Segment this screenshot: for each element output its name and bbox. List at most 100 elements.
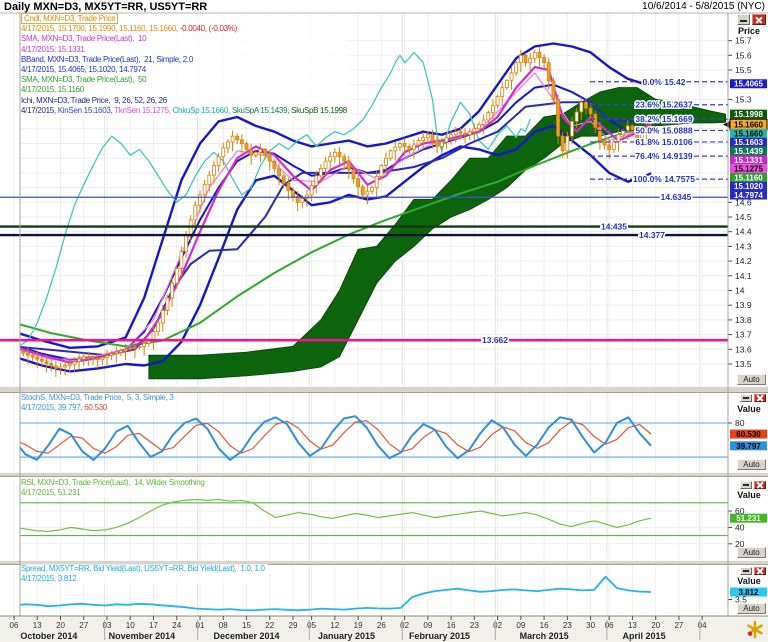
- legend-line: 4/17/2015, 51.231: [21, 488, 205, 498]
- legend-segment: KinSen 15.1603,: [57, 105, 115, 115]
- fib-label: 50.0% 15.0888: [635, 125, 692, 135]
- rsi-panel: [20, 498, 728, 537]
- x-day-label: 03: [103, 621, 112, 630]
- price-badge-text: 15.1603: [734, 138, 763, 147]
- legend-segment: Spread, MX5YT=RR, Bid Yield(Last), US5YT…: [21, 564, 265, 573]
- price-badge-text: 15.1160: [734, 173, 763, 182]
- value-badge-text: 60.530: [736, 430, 761, 439]
- fib-label: 38.2% 15.1669: [635, 114, 692, 124]
- legend-segment: RSI, MXN=D3, Trade Price(Last), 14, Wild…: [21, 478, 205, 487]
- x-day-label: 01: [196, 621, 205, 630]
- y-tick-label: 14.2: [735, 256, 752, 266]
- rsi-value-axis-title: Value: [737, 490, 761, 500]
- hline-label: 13.662: [482, 335, 508, 345]
- app-logo-icon[interactable]: [744, 619, 766, 640]
- minimize-icon[interactable]: [737, 14, 750, 25]
- rsi-axis: 60402051.231: [728, 506, 767, 549]
- y-tick-label: 13.8: [735, 315, 752, 325]
- hline-label: 14.377: [639, 230, 665, 240]
- y-tick-label: 80: [735, 418, 745, 428]
- x-day-label: 02: [400, 621, 409, 630]
- x-day-label: 20: [651, 621, 660, 630]
- price-axis[interactable]: 15.715.615.515.314.614.514.414.314.214.1…: [723, 36, 768, 369]
- x-day-label: 22: [265, 621, 274, 630]
- x-day-label: 23: [470, 621, 479, 630]
- x-day-label: 24: [172, 621, 181, 630]
- rsi-minimize-icon[interactable]: [740, 481, 752, 489]
- fib-label: 23.6% 15.2637: [635, 100, 692, 110]
- legend-line: RSI, MXN=D3, Trade Price(Last), 14, Wild…: [21, 478, 205, 488]
- y-tick-label: 14.3: [735, 241, 752, 251]
- x-day-label: 05: [307, 621, 316, 630]
- y-tick-label: 13.7: [735, 330, 752, 340]
- legend-segment: 4/17/2015, 51.231: [21, 488, 81, 498]
- y-tick-label: 15.7: [735, 36, 752, 46]
- x-day-label: 06: [10, 621, 19, 630]
- legend-segment: SMA, MXN=D3, Trade Price(Last), 50: [21, 75, 147, 85]
- legend-line: 4/17/2015, 15.1160: [21, 85, 347, 95]
- price-badge-text: 15.1331: [734, 156, 763, 165]
- window-title: Daily MXN=D3, MX5YT=RR, US5YT=RR: [4, 1, 208, 13]
- price-badge-text: 14.7974: [734, 191, 763, 200]
- x-month-label: January 2015: [318, 631, 375, 641]
- legend-segment: 4/17/2015,: [21, 105, 58, 115]
- spread-axis: 3.53.812: [728, 587, 767, 605]
- price-badge-text: 15.4065: [734, 80, 763, 89]
- price-badge-text: 15.1998: [734, 110, 763, 119]
- y-tick-label: 13.5: [735, 359, 752, 369]
- panel-splitter[interactable]: [0, 386, 768, 393]
- legend-line: Spread, MX5YT=RR, Bid Yield(Last), US5YT…: [21, 564, 265, 574]
- legend-segment: 4/17/2015, 15.1331: [21, 44, 85, 54]
- rsi-auto-button[interactable]: Auto: [737, 547, 766, 558]
- legend-segment: SkuSpA 15.1439,: [231, 105, 292, 115]
- x-day-label: 15: [242, 621, 251, 630]
- x-day-label: 20: [56, 621, 65, 630]
- legend-line: 4/17/2015, 3.812: [21, 574, 265, 584]
- x-month-label: April 2015: [623, 631, 666, 641]
- legend-line: 4/17/2015, 15.1700, 15.1990, 15.1160, 15…: [21, 24, 347, 34]
- x-day-label: 02: [493, 621, 502, 630]
- x-day-label: 12: [330, 621, 339, 630]
- legend-line: StochS, MXN=D3, Trade Price, 5, 3, Simpl…: [21, 393, 174, 403]
- x-day-label: 29: [289, 621, 298, 630]
- close-icon[interactable]: [752, 14, 766, 25]
- fib-label: 100.0% 14.7575: [633, 174, 695, 184]
- main-auto-button[interactable]: Auto: [737, 374, 766, 385]
- stoch-minimize-icon[interactable]: [740, 394, 752, 402]
- title-bar: Daily MXN=D3, MX5YT=RR, US5YT=RR 10/6/20…: [0, 0, 768, 13]
- x-day-label: 27: [79, 621, 88, 630]
- x-day-label: 13: [33, 621, 42, 630]
- value-badge-text: 3.812: [738, 588, 759, 597]
- fib-label: 61.8% 15.0106: [635, 137, 692, 147]
- legend-segment: ChkuSp 15.1660,: [172, 105, 232, 115]
- y-tick-label: 15.3: [735, 94, 752, 104]
- x-day-label: 16: [447, 621, 456, 630]
- y-tick-label: 15.6: [735, 50, 752, 60]
- x-day-label: 04: [698, 621, 707, 630]
- legend-segment: SkuSpB 15.1998: [291, 105, 347, 115]
- stoch-close-icon[interactable]: [754, 394, 766, 402]
- y-tick-label: 14.5: [735, 212, 752, 222]
- spread-auto-button[interactable]: Auto: [737, 603, 766, 614]
- value-badge-text: 39.797: [736, 442, 761, 451]
- x-day-label: 19: [354, 621, 363, 630]
- stoch-auto-button[interactable]: Auto: [737, 459, 766, 470]
- x-day-label: 09: [423, 621, 432, 630]
- fib-label: 76.4% 14.9139: [635, 151, 692, 161]
- rsi-line: [20, 498, 652, 533]
- spread-minimize-icon[interactable]: [740, 567, 752, 575]
- price-badge-text: 15.1660: [734, 121, 763, 130]
- x-day-label: 26: [377, 621, 386, 630]
- stochastic-axis: 80 60.530 39.797: [728, 418, 767, 451]
- panel-splitter[interactable]: [0, 472, 768, 477]
- y-tick-label: 13.6: [735, 344, 752, 354]
- legend-segment: 4/17/2015, 3.812: [21, 574, 77, 584]
- x-month-label: March 2015: [520, 631, 569, 641]
- legend-segment: 4/17/2015, 15.1160: [21, 85, 84, 95]
- rsi-close-icon[interactable]: [754, 481, 766, 489]
- value-badge-text: 51.231: [736, 514, 761, 523]
- y-tick-label: 15.5: [735, 65, 752, 75]
- legend-segment: BBand, MXN=D3, Trade Price(Last), 21, Si…: [21, 54, 193, 64]
- spread-close-icon[interactable]: [754, 567, 766, 575]
- spread-legend: Spread, MX5YT=RR, Bid Yield(Last), US5YT…: [21, 564, 268, 585]
